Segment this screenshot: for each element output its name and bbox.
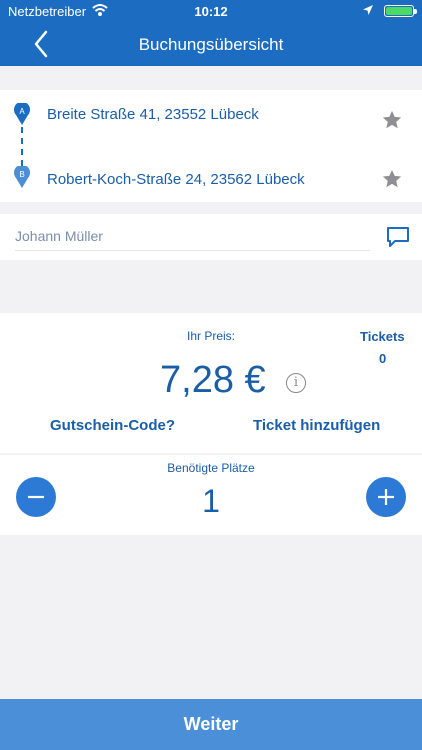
plus-icon — [378, 489, 394, 505]
price-amount: 7,28 € — [160, 359, 266, 401]
tickets-count: 0 — [379, 351, 387, 366]
voucher-code-link[interactable]: Gutschein-Code? — [50, 417, 175, 434]
pin-a-label: A — [19, 107, 25, 116]
continue-button[interactable]: Weiter — [0, 699, 422, 750]
route-card: A Breite Straße 41, 23552 Lübeck B Rober… — [0, 90, 422, 202]
pin-b-icon: B — [14, 166, 30, 188]
info-icon[interactable]: i — [286, 373, 306, 393]
battery-fill — [386, 7, 412, 15]
price-card: Ihr Preis: 7,28 € i Tickets 0 Gutschein-… — [0, 313, 422, 453]
to-address[interactable]: Robert-Koch-Straße 24, 23562 Lübeck — [47, 171, 305, 188]
message-icon[interactable] — [386, 226, 410, 248]
increase-seats-button[interactable] — [366, 477, 406, 517]
location-arrow-icon — [363, 5, 373, 15]
seats-count: 1 — [202, 483, 220, 519]
status-bar: Netzbetreiber 10:12 — [0, 0, 422, 22]
seats-label: Benötigte Plätze — [167, 461, 255, 475]
route-connector — [21, 116, 23, 166]
tickets-label: Tickets — [360, 329, 405, 344]
passenger-name-field[interactable]: Johann Müller — [15, 228, 370, 251]
page-title: Buchungsübersicht — [138, 35, 284, 54]
add-ticket-link[interactable]: Ticket hinzufügen — [253, 417, 380, 434]
battery-icon — [384, 5, 417, 17]
favorite-star-icon[interactable] — [381, 168, 403, 190]
favorite-star-icon[interactable] — [381, 109, 403, 131]
pin-b-label: B — [19, 170, 24, 179]
top-bar: Netzbetreiber 10:12 Buchungsübersicht — [0, 0, 422, 66]
passenger-card: Johann Müller — [0, 214, 422, 260]
seats-card: Benötigte Plätze 1 — [0, 455, 422, 535]
from-address[interactable]: Breite Straße 41, 23552 Lübeck — [47, 106, 259, 123]
status-time: 10:12 — [194, 4, 228, 19]
navigation-bar: Buchungsübersicht — [0, 22, 422, 66]
price-label: Ihr Preis: — [186, 329, 235, 343]
